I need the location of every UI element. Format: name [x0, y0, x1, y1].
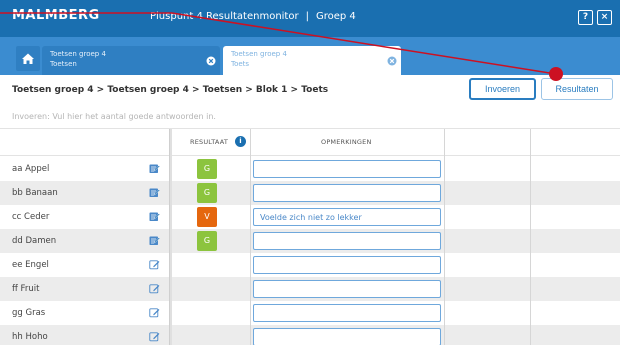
remark-input[interactable] — [253, 304, 441, 322]
table-row: dd Damen G — [0, 229, 620, 253]
column-divider — [530, 129, 531, 345]
malmberg-logo: MALMBERG — [12, 8, 100, 23]
student-name: bb Banaan — [12, 188, 58, 198]
edit-note-icon[interactable] — [149, 235, 160, 246]
remark-input[interactable] — [253, 208, 441, 226]
close-circle-icon[interactable] — [206, 56, 216, 66]
result-badge[interactable]: V — [197, 207, 217, 227]
header-bottom-border — [0, 155, 620, 156]
edit-note-icon[interactable] — [149, 187, 160, 198]
table-row: aa Appel G — [0, 157, 620, 181]
edit-note-icon[interactable] — [149, 331, 160, 342]
table-row: gg Gras — [0, 301, 620, 325]
remark-input[interactable] — [253, 160, 441, 178]
group-name: Groep 4 — [315, 11, 356, 22]
student-name: dd Damen — [12, 236, 57, 246]
remark-input[interactable] — [253, 328, 441, 345]
tab-toets[interactable]: Toetsen groep 4 Toets — [223, 46, 401, 75]
edit-note-icon[interactable] — [149, 307, 160, 318]
close-app-button[interactable]: × — [597, 10, 612, 25]
close-icon: × — [600, 12, 609, 22]
home-icon — [22, 53, 34, 64]
tab-subtitle: Toetsen — [50, 60, 77, 68]
table-row: cc Ceder V — [0, 205, 620, 229]
resultaten-button[interactable]: Resultaten — [541, 78, 613, 100]
info-icon[interactable]: i — [235, 136, 246, 147]
invoeren-button[interactable]: Invoeren — [469, 78, 536, 100]
table-top-border — [0, 128, 620, 129]
student-name: hh Hoho — [12, 332, 48, 342]
column-divider — [169, 129, 172, 345]
student-name: aa Appel — [12, 164, 50, 174]
column-header-opmerkingen: OPMERKINGEN — [321, 138, 372, 146]
close-circle-icon[interactable] — [387, 56, 397, 66]
column-divider — [444, 129, 445, 345]
tab-toetsen[interactable]: Toetsen groep 4 Toetsen — [42, 46, 220, 75]
column-divider — [250, 129, 251, 345]
edit-note-icon[interactable] — [149, 163, 160, 174]
tab-subtitle: Toets — [231, 60, 250, 68]
breadcrumb: Toetsen groep 4 > Toetsen groep 4 > Toet… — [12, 85, 329, 95]
app-name: Pluspunt 4 Resultatenmonitor — [150, 11, 299, 22]
student-name: ee Engel — [12, 260, 49, 270]
remark-input[interactable] — [253, 280, 441, 298]
home-button[interactable] — [16, 46, 40, 71]
column-header-resultaat: RESULTAAT — [190, 138, 229, 146]
tab-title: Toetsen groep 4 — [50, 50, 106, 58]
remark-input[interactable] — [253, 232, 441, 250]
hint-text: Invoeren: Vul hier het aantal goede antw… — [12, 112, 216, 121]
edit-note-icon[interactable] — [149, 283, 160, 294]
result-badge[interactable]: G — [197, 231, 217, 251]
result-badge[interactable]: G — [197, 183, 217, 203]
table-row: ee Engel — [0, 253, 620, 277]
student-name: cc Ceder — [12, 212, 50, 222]
table-row: hh Hoho — [0, 325, 620, 345]
tab-title: Toetsen groep 4 — [231, 50, 287, 58]
student-name: ff Fruit — [12, 284, 40, 294]
remark-input[interactable] — [253, 256, 441, 274]
table-row: ff Fruit — [0, 277, 620, 301]
help-icon: ? — [582, 12, 589, 22]
edit-note-icon[interactable] — [149, 259, 160, 270]
edit-note-icon[interactable] — [149, 211, 160, 222]
table-row: bb Banaan G — [0, 181, 620, 205]
remark-input[interactable] — [253, 184, 441, 202]
title-separator: | — [305, 11, 309, 22]
student-name: gg Gras — [12, 308, 46, 318]
help-button[interactable]: ? — [578, 10, 593, 25]
result-badge[interactable]: G — [197, 159, 217, 179]
app-title: Pluspunt 4 Resultatenmonitor | Groep 4 — [150, 11, 356, 22]
